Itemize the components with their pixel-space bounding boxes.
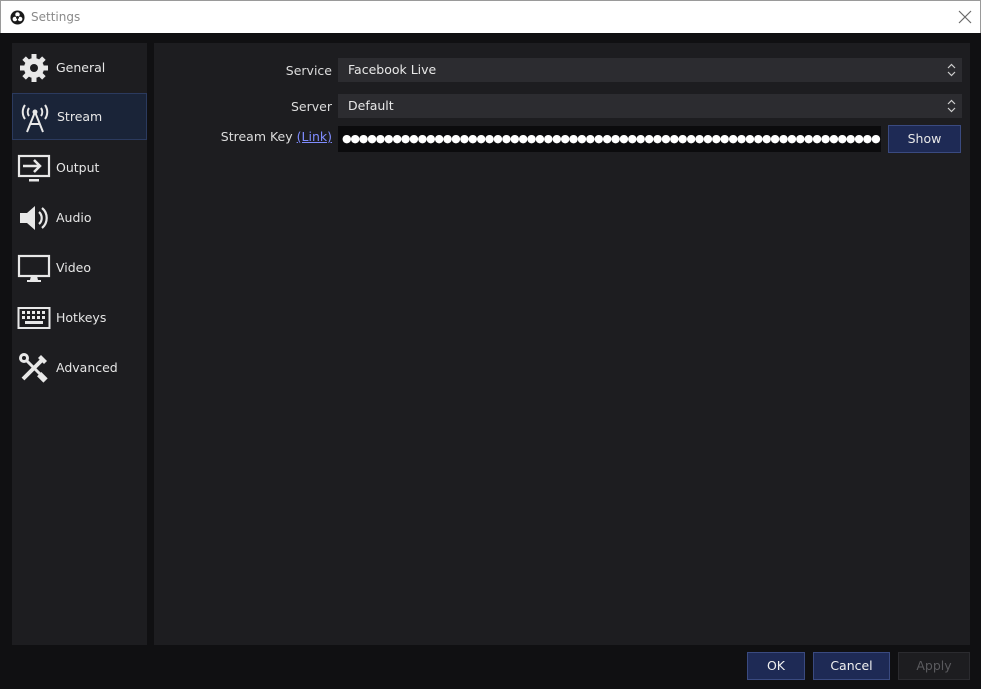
stream-key-label-row: Stream Key (Link) bbox=[194, 129, 332, 144]
sidebar-item-output[interactable]: Output bbox=[12, 144, 147, 191]
sidebar-item-advanced[interactable]: Advanced bbox=[12, 344, 147, 391]
sidebar-item-label: Stream bbox=[57, 109, 103, 124]
sidebar-item-stream[interactable]: Stream bbox=[12, 93, 147, 140]
sidebar-item-label: General bbox=[56, 60, 106, 75]
output-monitor-icon bbox=[17, 154, 51, 181]
server-select[interactable]: Default bbox=[338, 94, 962, 118]
server-value: Default bbox=[348, 98, 394, 113]
service-select[interactable]: Facebook Live bbox=[338, 58, 962, 82]
sidebar-item-label: Output bbox=[56, 160, 100, 175]
sidebar-item-video[interactable]: Video bbox=[12, 244, 147, 291]
speaker-icon bbox=[20, 205, 48, 230]
stream-key-link[interactable]: (Link) bbox=[297, 129, 332, 144]
monitor-icon bbox=[17, 254, 51, 282]
chevron-updown-icon bbox=[947, 63, 956, 77]
sidebar-item-audio[interactable]: Audio bbox=[12, 194, 147, 241]
close-icon[interactable] bbox=[956, 8, 974, 26]
cancel-button[interactable]: Cancel bbox=[813, 652, 890, 680]
sidebar-item-hotkeys[interactable]: Hotkeys bbox=[12, 294, 147, 341]
sidebar-item-label: Audio bbox=[56, 210, 92, 225]
service-label: Service bbox=[285, 63, 332, 78]
sidebar-item-label: Video bbox=[56, 260, 92, 275]
server-label: Server bbox=[291, 99, 332, 114]
broadcast-tower-icon bbox=[21, 103, 49, 132]
title-bar: Settings bbox=[0, 0, 981, 33]
window-title: Settings bbox=[31, 10, 81, 24]
ok-button[interactable]: OK bbox=[747, 652, 805, 680]
service-value: Facebook Live bbox=[348, 62, 437, 77]
obs-logo-icon bbox=[10, 10, 25, 25]
sidebar-item-general[interactable]: General bbox=[12, 44, 147, 91]
show-key-button[interactable]: Show bbox=[888, 125, 961, 153]
tools-icon bbox=[19, 352, 48, 383]
keyboard-icon bbox=[17, 306, 51, 329]
chevron-updown-icon bbox=[947, 99, 956, 113]
stream-key-label: Stream Key bbox=[220, 129, 293, 144]
stream-key-input[interactable]: ●●●●●●●●●●●●●●●●●●●●●●●●●●●●●●●●●●●●●●●●… bbox=[338, 126, 881, 152]
gear-icon bbox=[20, 53, 48, 82]
stream-settings-panel: Service Facebook Live Server Default Str… bbox=[154, 43, 970, 645]
sidebar-item-label: Hotkeys bbox=[56, 310, 107, 325]
apply-button[interactable]: Apply bbox=[898, 652, 970, 680]
sidebar-item-label: Advanced bbox=[56, 360, 118, 375]
settings-sidebar: General Stream Output Audio Video Hotkey… bbox=[12, 43, 147, 645]
